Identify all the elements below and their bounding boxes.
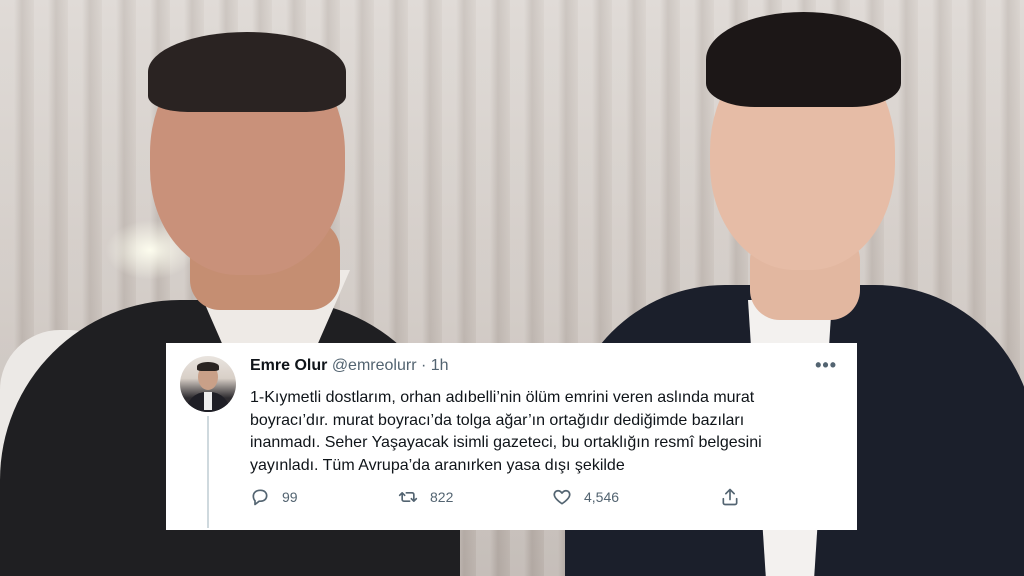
avatar-shirt — [204, 392, 212, 410]
right-person-hair — [706, 12, 901, 107]
retweet-count: 822 — [430, 489, 454, 505]
reply-icon — [252, 489, 268, 506]
retweet-button[interactable]: 822 — [398, 487, 453, 507]
thread-line — [207, 416, 209, 528]
tweet-line: boyracı’dır. murat boyracı’da tolga ağar… — [250, 411, 745, 429]
like-count: 4,546 — [584, 489, 620, 505]
action-bar: 99 822 4,546 — [250, 487, 770, 511]
separator-dot: · — [420, 357, 427, 374]
share-button[interactable] — [720, 487, 740, 507]
like-button[interactable]: 4,546 — [552, 487, 619, 507]
tweet-line: yayınladı. Tüm Avrupa’da aranırken yasa … — [250, 456, 625, 474]
tweet-line: 1-Kıymetli dostlarım, orhan adıbelli’nin… — [250, 389, 755, 406]
tweet-line: inanmadı. Seher Yaşayacak isimli gazetec… — [250, 434, 762, 451]
avatar[interactable] — [180, 356, 236, 412]
share-icon — [722, 488, 738, 506]
avatar-hair — [197, 362, 219, 371]
tweet-card[interactable]: Emre Olur @emreolurr · 1h ••• 1-Kıymetli… — [166, 343, 857, 530]
left-person-hair — [148, 32, 346, 112]
retweet-icon — [398, 492, 418, 502]
display-name[interactable]: Emre Olur — [250, 357, 327, 374]
like-icon — [553, 489, 571, 505]
reply-button[interactable]: 99 — [250, 487, 298, 507]
tweet-header: Emre Olur @emreolurr · 1h — [250, 356, 449, 376]
user-handle[interactable]: @emreolurr — [332, 357, 417, 374]
tweet-text: 1-Kıymetli dostlarım, orhan adıbelli’nin… — [250, 387, 830, 477]
more-icon[interactable]: ••• — [815, 355, 837, 376]
timestamp[interactable]: 1h — [431, 357, 449, 374]
reply-count: 99 — [282, 489, 298, 505]
